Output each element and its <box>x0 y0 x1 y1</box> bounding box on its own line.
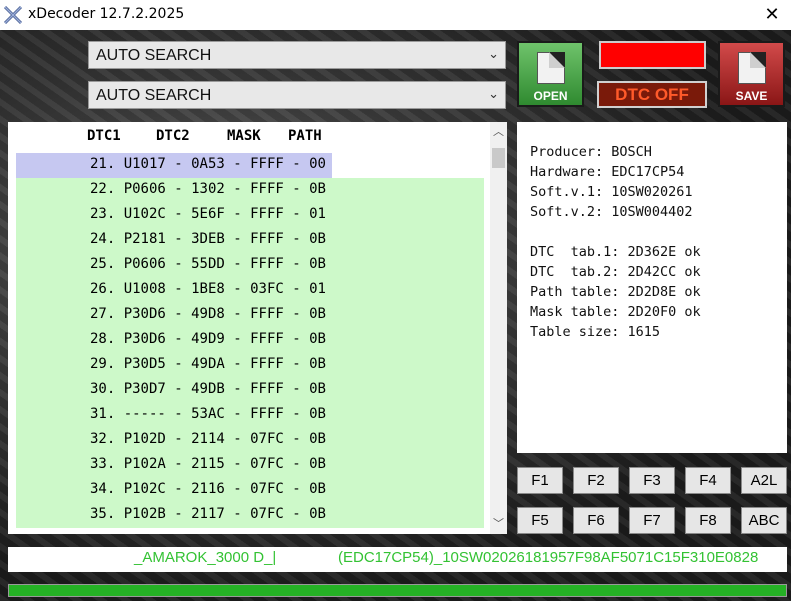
table-row[interactable]: 25. P0606 - 55DD - FFFF - 0B <box>16 253 484 278</box>
f7-button[interactable]: F7 <box>629 507 675 534</box>
save-label: SAVE <box>735 89 768 103</box>
f3-button[interactable]: F3 <box>629 467 675 494</box>
info-line: Mask table: 2D20F0 ok <box>530 304 701 320</box>
dtc-rows: 21. U1017 - 0A53 - FFFF - 00 22. P0606 -… <box>16 153 484 528</box>
window-title: xDecoder 12.7.2.2025 <box>28 6 185 22</box>
scroll-up-icon[interactable]: ︿ <box>490 122 507 142</box>
save-button[interactable]: SAVE <box>718 41 785 107</box>
chevron-down-icon: ⌄ <box>488 87 499 102</box>
info-line: Path table: 2D2D8E ok <box>530 284 701 300</box>
f4-button[interactable]: F4 <box>685 467 731 494</box>
info-line: Soft.v.2: 10SW004402 <box>530 204 693 220</box>
row-text: 26. U1008 - 1BE8 - 03FC - 01 <box>89 281 326 297</box>
info-line: Soft.v.1: 10SW020261 <box>530 184 693 200</box>
row-text: 31. ----- - 53AC - FFFF - 0B <box>89 406 326 422</box>
row-text: 29. P30D5 - 49DA - FFFF - 0B <box>89 356 326 372</box>
vehicle-label: _AMAROK_3000 D_| <box>134 549 277 566</box>
table-row[interactable]: 26. U1008 - 1BE8 - 03FC - 01 <box>16 278 484 303</box>
ecu-file-id: (EDC17CP54)_10SW02026181957F98AF5071C15F… <box>338 549 759 566</box>
header-mask: MASK <box>227 128 261 144</box>
scroll-down-icon[interactable]: ﹀ <box>490 514 507 534</box>
info-line: DTC tab.2: 2D42CC ok <box>530 264 701 280</box>
row-text: 23. U102C - 5E6F - FFFF - 01 <box>89 206 326 222</box>
title-bar: xDecoder 12.7.2.2025 ✕ <box>0 0 791 30</box>
row-text: 30. P30D7 - 49DB - FFFF - 0B <box>89 381 326 397</box>
row-text: 22. P0606 - 1302 - FFFF - 0B <box>89 181 326 197</box>
row-text: 28. P30D6 - 49D9 - FFFF - 0B <box>89 331 326 347</box>
search-mode-combo-2[interactable]: AUTO SEARCH ⌄ <box>88 81 506 109</box>
row-text: 21. U1017 - 0A53 - FFFF - 00 <box>89 156 326 172</box>
f2-button[interactable]: F2 <box>573 467 619 494</box>
abc-button[interactable]: ABC <box>741 507 787 534</box>
table-row[interactable]: 23. U102C - 5E6F - FFFF - 01 <box>16 203 484 228</box>
info-line: Hardware: EDC17CP54 <box>530 164 685 180</box>
table-row[interactable]: 33. P102A - 2115 - 07FC - 0B <box>16 453 484 478</box>
chevron-down-icon: ⌄ <box>488 47 499 62</box>
row-text: 34. P102C - 2116 - 07FC - 0B <box>89 481 326 497</box>
header-dtc1: DTC1 <box>87 128 121 144</box>
f8-button[interactable]: F8 <box>685 507 731 534</box>
progress-fill <box>9 585 786 596</box>
table-row[interactable]: 29. P30D5 - 49DA - FFFF - 0B <box>16 353 484 378</box>
table-row[interactable]: 30. P30D7 - 49DB - FFFF - 0B <box>16 378 484 403</box>
progress-bar <box>8 584 787 597</box>
combo-value: AUTO SEARCH <box>96 87 212 104</box>
ecu-info-panel: Producer: BOSCH Hardware: EDC17CP54 Soft… <box>517 122 787 453</box>
scroll-thumb[interactable] <box>492 148 505 168</box>
row-text: 32. P102D - 2114 - 07FC - 0B <box>89 431 326 447</box>
table-row[interactable]: 32. P102D - 2114 - 07FC - 0B <box>16 428 484 453</box>
dtc-list-panel: DTC1 DTC2 MASK PATH 21. U1017 - 0A53 - F… <box>8 122 507 534</box>
close-button[interactable]: ✕ <box>759 2 785 28</box>
row-text: 27. P30D6 - 49D8 - FFFF - 0B <box>89 306 326 322</box>
open-button[interactable]: OPEN <box>517 41 584 107</box>
list-scrollbar[interactable]: ︿ ﹀ <box>490 122 507 534</box>
f6-button[interactable]: F6 <box>573 507 619 534</box>
row-text: 25. P0606 - 55DD - FFFF - 0B <box>89 256 326 272</box>
table-row[interactable]: 28. P30D6 - 49D9 - FFFF - 0B <box>16 328 484 353</box>
status-bar: _AMAROK_3000 D_| (EDC17CP54)_10SW0202618… <box>8 547 787 572</box>
xdecoder-logo-icon <box>4 6 22 24</box>
table-row[interactable]: 31. ----- - 53AC - FFFF - 0B <box>16 403 484 428</box>
info-line: Producer: BOSCH <box>530 144 652 160</box>
row-text: 35. P102B - 2117 - 07FC - 0B <box>89 506 326 522</box>
header-path: PATH <box>288 128 322 144</box>
open-label: OPEN <box>533 89 568 103</box>
f5-button[interactable]: F5 <box>517 507 563 534</box>
open-file-icon <box>537 52 565 84</box>
save-file-icon <box>738 52 766 84</box>
table-row[interactable]: 22. P0606 - 1302 - FFFF - 0B <box>16 178 484 203</box>
table-row[interactable]: 34. P102C - 2116 - 07FC - 0B <box>16 478 484 503</box>
table-row[interactable]: 35. P102B - 2117 - 07FC - 0B <box>16 503 484 528</box>
header-dtc2: DTC2 <box>156 128 190 144</box>
info-line: Table size: 1615 <box>530 324 661 340</box>
search-mode-combo-1[interactable]: AUTO SEARCH ⌄ <box>88 41 506 69</box>
f1-button[interactable]: F1 <box>517 467 563 494</box>
row-text: 33. P102A - 2115 - 07FC - 0B <box>89 456 326 472</box>
combo-value: AUTO SEARCH <box>96 47 212 64</box>
table-row[interactable]: 27. P30D6 - 49D8 - FFFF - 0B <box>16 303 484 328</box>
table-row[interactable]: 24. P2181 - 3DEB - FFFF - 0B <box>16 228 484 253</box>
table-row-selected[interactable]: 21. U1017 - 0A53 - FFFF - 00 <box>16 153 332 178</box>
row-text: 24. P2181 - 3DEB - FFFF - 0B <box>89 231 326 247</box>
dtc-off-button[interactable]: DTC OFF <box>597 81 707 108</box>
info-line: DTC tab.1: 2D362E ok <box>530 244 701 260</box>
status-indicator <box>599 41 706 69</box>
a2l-button[interactable]: A2L <box>741 467 787 494</box>
